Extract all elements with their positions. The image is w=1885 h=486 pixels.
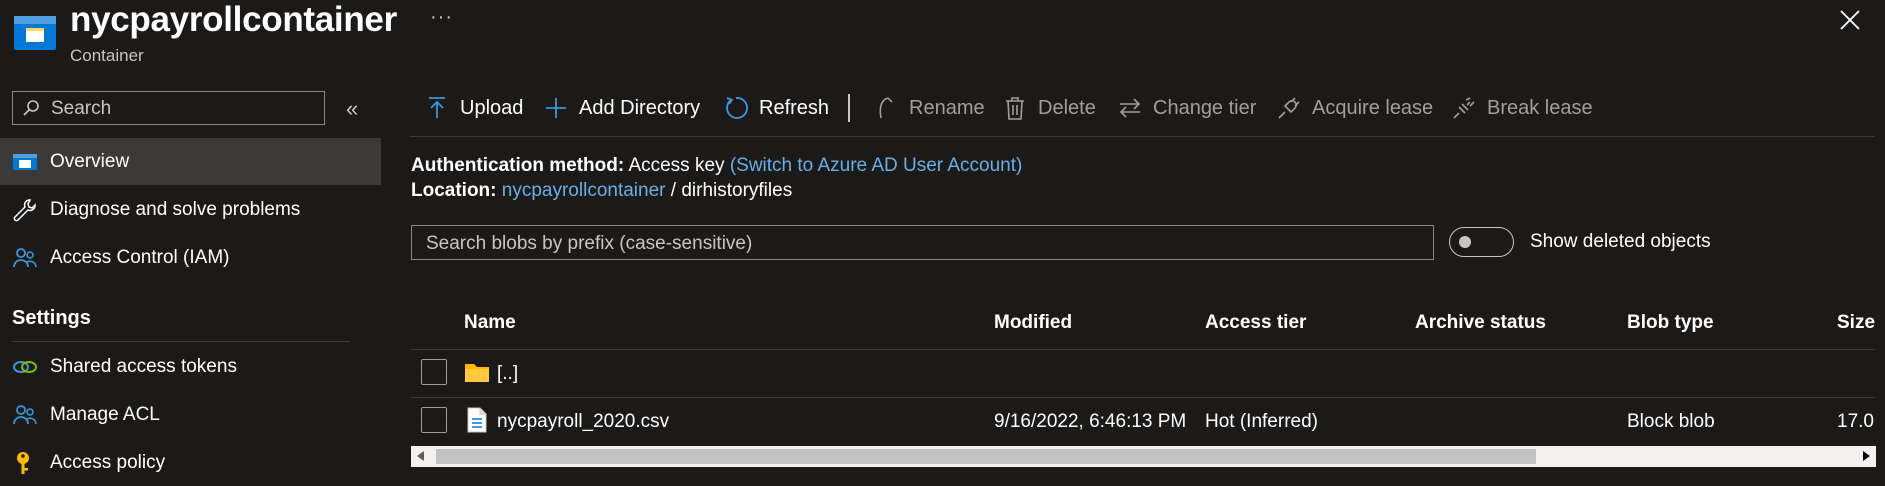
acquire-lease-label: Acquire lease — [1312, 96, 1434, 119]
header-divider — [411, 349, 1875, 350]
folder-icon — [464, 360, 490, 384]
show-deleted-label: Show deleted objects — [1530, 231, 1711, 252]
sidebar-item-label: Manage ACL — [50, 403, 160, 425]
add-directory-label: Add Directory — [579, 96, 701, 119]
rename-button[interactable]: Rename — [873, 94, 985, 122]
sidebar-item-label: Overview — [50, 150, 130, 172]
row-access-tier: Hot (Inferred) — [1205, 411, 1318, 432]
location-container-link[interactable]: nycpayrollcontainer — [502, 180, 666, 201]
sidebar-item-manage-acl[interactable]: Manage ACL — [0, 391, 381, 438]
settings-section-heading: Settings — [12, 307, 91, 329]
sidebar-item-shared-access-tokens[interactable]: Shared access tokens — [0, 343, 381, 390]
column-header-size[interactable]: Size — [1837, 312, 1875, 334]
scroll-left-arrow-icon[interactable] — [417, 451, 424, 461]
acquire-lease-button[interactable]: Acquire lease — [1276, 94, 1433, 122]
link-icon — [12, 354, 38, 380]
location-line: Location: nycpayrollcontainer / dirhisto… — [411, 180, 792, 202]
auth-method-value: Access key — [628, 155, 725, 176]
scrollbar-thumb[interactable] — [436, 449, 1536, 464]
container-icon — [12, 149, 38, 175]
page-subtitle: Container — [70, 46, 144, 65]
auth-method-line: Authentication method: Access key (Switc… — [411, 155, 1022, 177]
sidebar-item-label: Diagnose and solve problems — [50, 198, 301, 220]
sidebar-search-input[interactable] — [49, 94, 313, 124]
toolbar-divider — [410, 136, 1875, 137]
refresh-button[interactable]: Refresh — [723, 94, 829, 122]
toolbar-separator — [848, 94, 850, 122]
switch-auth-link[interactable]: (Switch to Azure AD User Account) — [730, 155, 1023, 176]
blob-search-input[interactable] — [424, 229, 1418, 258]
location-label: Location: — [411, 180, 497, 201]
container-title-icon — [14, 16, 56, 50]
row-blob-type: Block blob — [1627, 411, 1715, 432]
row-name-link[interactable]: nycpayroll_2020.csv — [497, 411, 669, 433]
people-icon — [12, 402, 38, 428]
change-tier-label: Change tier — [1153, 96, 1257, 119]
rename-icon — [873, 95, 899, 121]
close-icon[interactable] — [1838, 8, 1862, 32]
toggle-knob — [1459, 236, 1471, 248]
upload-icon — [424, 95, 450, 121]
sidebar-search-box[interactable] — [12, 91, 325, 125]
location-path: dirhistoryfiles — [681, 180, 793, 201]
refresh-icon — [723, 95, 749, 121]
key-icon — [12, 450, 38, 476]
trash-icon — [1002, 95, 1028, 121]
auth-method-label: Authentication method: — [411, 155, 625, 176]
row-size: 17.0 — [1837, 411, 1874, 432]
sidebar-item-label: Access Control (IAM) — [50, 246, 230, 268]
column-header-archive-status[interactable]: Archive status — [1415, 312, 1546, 334]
delete-label: Delete — [1038, 96, 1096, 119]
swap-arrows-icon — [1117, 95, 1143, 121]
more-options-button[interactable]: ··· — [430, 6, 453, 29]
upload-label: Upload — [460, 96, 524, 119]
collapse-sidebar-button[interactable]: « — [346, 96, 358, 122]
break-lease-label: Break lease — [1487, 96, 1593, 119]
page-title: nycpayrollcontainer — [70, 0, 397, 39]
horizontal-scrollbar[interactable] — [411, 446, 1876, 467]
column-header-modified[interactable]: Modified — [994, 312, 1072, 334]
people-icon — [12, 245, 38, 271]
add-directory-button[interactable]: Add Directory — [543, 94, 700, 122]
unplug-icon — [1451, 95, 1477, 121]
settings-divider — [12, 341, 350, 342]
sidebar-item-access-policy[interactable]: Access policy — [0, 439, 381, 486]
search-icon — [22, 99, 40, 117]
row-modified: 9/16/2022, 6:46:13 PM — [994, 411, 1187, 432]
delete-button[interactable]: Delete — [1002, 94, 1096, 122]
upload-button[interactable]: Upload — [424, 94, 523, 122]
rename-label: Rename — [909, 96, 985, 119]
row-checkbox[interactable] — [421, 407, 447, 433]
column-header-access-tier[interactable]: Access tier — [1205, 312, 1306, 334]
plug-icon — [1276, 95, 1302, 121]
sidebar-item-label: Access policy — [50, 451, 166, 473]
wrench-icon — [12, 197, 38, 223]
row-divider — [411, 397, 1875, 398]
sidebar-item-access-control[interactable]: Access Control (IAM) — [0, 234, 381, 281]
show-deleted-toggle[interactable] — [1449, 227, 1514, 257]
location-separator: / — [670, 180, 677, 201]
sidebar-item-diagnose[interactable]: Diagnose and solve problems — [0, 186, 381, 233]
column-header-name[interactable]: Name — [464, 312, 516, 334]
sidebar-item-label: Shared access tokens — [50, 355, 237, 377]
column-header-blob-type[interactable]: Blob type — [1627, 312, 1714, 334]
change-tier-button[interactable]: Change tier — [1117, 94, 1256, 122]
row-checkbox[interactable] — [421, 359, 447, 385]
scroll-right-arrow-icon[interactable] — [1863, 451, 1870, 461]
plus-icon — [543, 95, 569, 121]
break-lease-button[interactable]: Break lease — [1451, 94, 1593, 122]
file-icon — [466, 407, 488, 433]
blob-search-box[interactable] — [411, 225, 1434, 260]
sidebar-item-overview[interactable]: Overview — [0, 138, 381, 185]
row-name-link[interactable]: [..] — [497, 363, 518, 385]
refresh-label: Refresh — [759, 96, 830, 119]
